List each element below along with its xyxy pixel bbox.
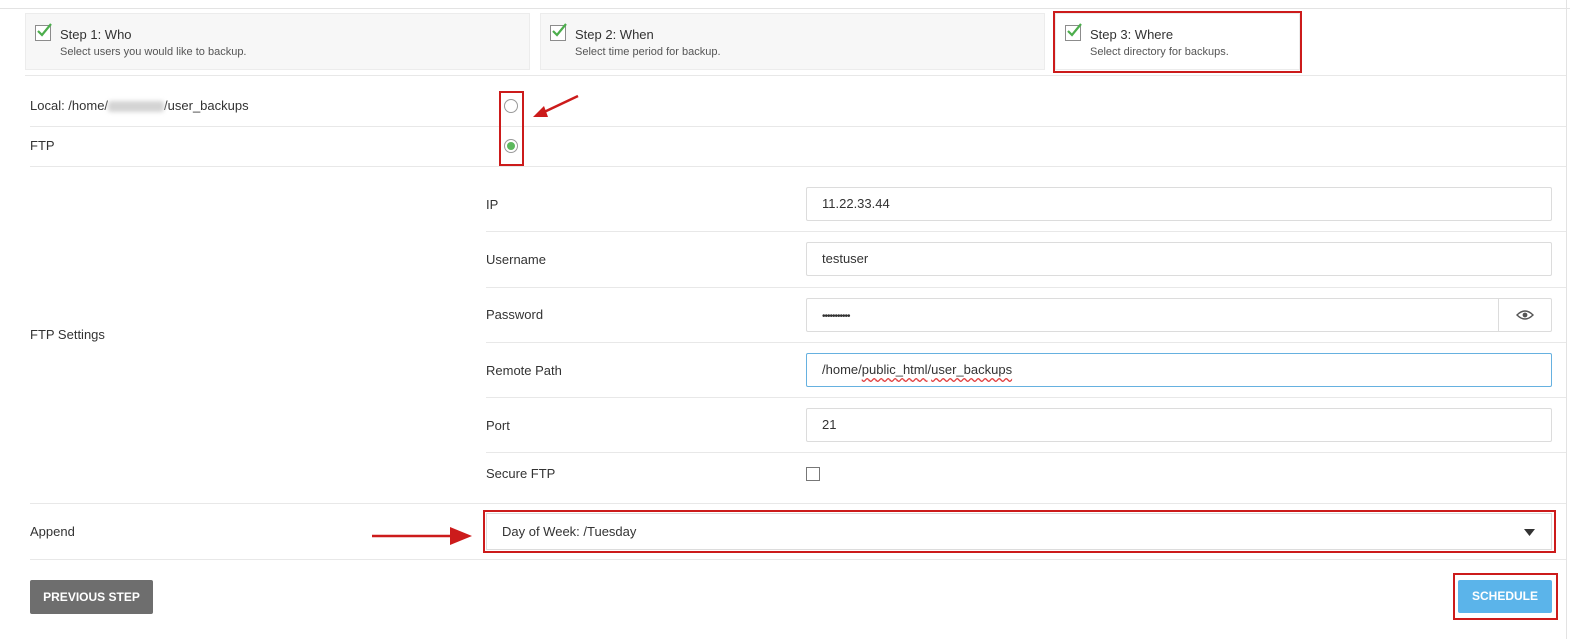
append-label: Append	[30, 524, 75, 539]
step-title: Step 2: When	[575, 27, 654, 42]
previous-step-button[interactable]: PREVIOUS STEP	[30, 580, 153, 614]
highlight-radio-group	[499, 91, 524, 166]
password-label: Password	[486, 307, 544, 322]
secure-ftp-checkbox[interactable]	[806, 467, 820, 481]
ftp-settings-label: FTP Settings	[30, 327, 105, 342]
divider	[25, 75, 1566, 76]
divider	[30, 503, 1566, 504]
backup-wizard: Step 1: Who Select users you would like …	[0, 0, 1586, 639]
remote-path-label: Remote Path	[486, 363, 562, 378]
redacted-username	[108, 101, 165, 113]
step-who[interactable]: Step 1: Who Select users you would like …	[25, 13, 530, 70]
username-input[interactable]: testuser	[806, 242, 1552, 276]
divider	[30, 166, 1566, 167]
local-destination-label: Local: /home//user_backups	[30, 98, 249, 113]
divider	[486, 231, 1566, 232]
divider	[486, 287, 1566, 288]
divider	[486, 342, 1566, 343]
divider	[30, 126, 1566, 127]
secure-ftp-label: Secure FTP	[486, 466, 556, 481]
step-when[interactable]: Step 2: When Select time period for back…	[540, 13, 1045, 70]
password-value: •••••••••••	[822, 311, 850, 322]
step-description: Select time period for backup.	[575, 46, 721, 58]
highlight-append	[483, 510, 1556, 553]
highlight-step-where	[1053, 11, 1302, 73]
divider	[486, 452, 1566, 453]
annotation-arrow-icon	[533, 94, 579, 117]
username-label: Username	[486, 252, 546, 267]
password-input[interactable]: •••••••••••	[806, 298, 1552, 332]
remote-path-input[interactable]: /home/public_html/user_backups	[806, 353, 1552, 387]
port-input[interactable]: 21	[806, 408, 1552, 442]
ip-input[interactable]: 11.22.33.44	[806, 187, 1552, 221]
check-icon	[35, 23, 52, 41]
highlight-schedule	[1453, 573, 1558, 620]
step-description: Select users you would like to backup.	[60, 46, 247, 58]
show-password-button[interactable]	[1498, 299, 1551, 331]
divider	[30, 559, 1566, 560]
divider	[486, 397, 1566, 398]
annotation-arrow-icon	[372, 527, 472, 545]
ftp-destination-label: FTP	[30, 138, 55, 153]
step-title: Step 1: Who	[60, 27, 132, 42]
ip-label: IP	[486, 197, 499, 212]
check-icon	[550, 23, 567, 41]
eye-icon	[1516, 310, 1534, 320]
top-divider	[0, 8, 1570, 9]
right-divider	[1566, 0, 1567, 639]
port-label: Port	[486, 418, 510, 433]
